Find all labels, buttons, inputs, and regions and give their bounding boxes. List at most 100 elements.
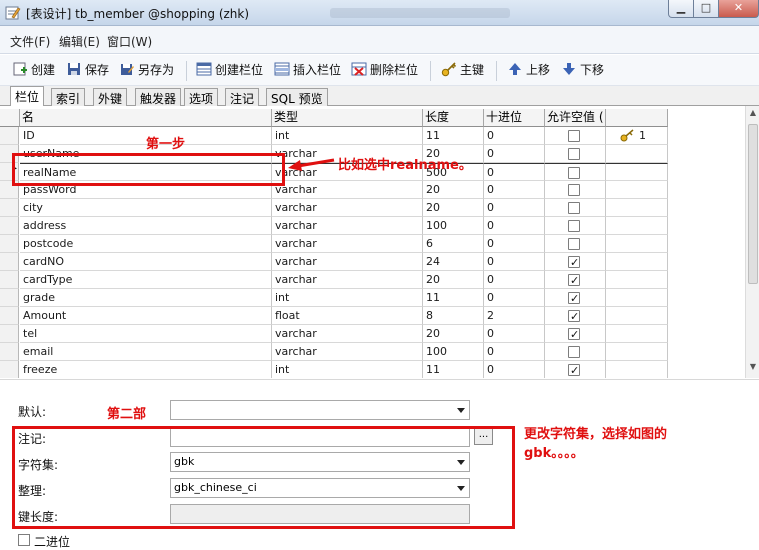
cell-length[interactable]: 11 [423, 127, 484, 145]
row-selector[interactable] [0, 127, 19, 145]
cell-length[interactable]: 24 [423, 253, 484, 271]
cell-decimal[interactable]: 0 [484, 145, 545, 163]
row-selector[interactable] [0, 199, 19, 217]
cell-type[interactable]: varchar [272, 343, 423, 361]
cell-decimal[interactable]: 0 [484, 343, 545, 361]
tab-indexes[interactable]: 索引 [51, 88, 86, 106]
cell-name[interactable]: cardNO [20, 253, 272, 271]
scroll-thumb[interactable] [748, 124, 758, 284]
table-row[interactable]: city varchar 20 0 [0, 199, 668, 217]
cell-decimal[interactable]: 0 [484, 181, 545, 199]
menu-file[interactable]: 文件(F) [10, 33, 50, 50]
cell-type[interactable]: varchar [272, 325, 423, 343]
cell-key[interactable] [606, 361, 668, 378]
cell-key[interactable] [606, 307, 668, 325]
table-row[interactable]: Amount float 8 2 [0, 307, 668, 325]
cell-length[interactable]: 11 [423, 289, 484, 307]
cell-key[interactable] [606, 289, 668, 307]
table-row[interactable]: freeze int 11 0 [0, 361, 668, 378]
cell-length[interactable]: 20 [423, 325, 484, 343]
cell-key[interactable] [606, 343, 668, 361]
tab-fields[interactable]: 栏位 [10, 86, 45, 107]
save-as-button[interactable]: 另存为 [119, 61, 174, 81]
move-up-button[interactable]: 上移 [507, 61, 550, 81]
menu-edit[interactable]: 编辑(E) [59, 33, 100, 50]
cell-length[interactable]: 100 [423, 217, 484, 235]
row-selector[interactable] [0, 307, 19, 325]
nullable-checkbox[interactable] [568, 130, 580, 142]
cell-decimal[interactable]: 0 [484, 289, 545, 307]
header-key[interactable] [606, 109, 668, 127]
table-row[interactable]: ID int 11 0 1 [0, 127, 668, 145]
row-selector[interactable] [0, 271, 19, 289]
header-length[interactable]: 长度 [423, 109, 484, 127]
cell-decimal[interactable]: 2 [484, 307, 545, 325]
primary-key-button[interactable]: 主键 [441, 61, 484, 81]
table-row[interactable]: grade int 11 0 [0, 289, 668, 307]
row-selector[interactable] [0, 235, 19, 253]
move-down-button[interactable]: 下移 [561, 61, 604, 81]
header-name[interactable]: 名 [20, 109, 272, 127]
cell-name[interactable]: address [20, 217, 272, 235]
header-type[interactable]: 类型 [272, 109, 423, 127]
scroll-up-arrow-icon[interactable]: ▲ [747, 108, 759, 122]
cell-decimal[interactable]: 0 [484, 271, 545, 289]
cell-key[interactable]: 1 [606, 127, 668, 145]
tab-foreign-keys[interactable]: 外键 [93, 88, 128, 106]
cell-name[interactable]: postcode [20, 235, 272, 253]
cell-decimal[interactable]: 0 [484, 325, 545, 343]
menu-window[interactable]: 窗口(W) [107, 33, 152, 50]
cell-key[interactable] [606, 325, 668, 343]
cell-type[interactable]: varchar [272, 199, 423, 217]
maximize-button[interactable]: □ [693, 0, 719, 18]
table-row[interactable]: tel varchar 20 0 [0, 325, 668, 343]
minimize-button[interactable]: ▁ [668, 0, 694, 18]
binary-checkbox[interactable] [18, 534, 30, 546]
delete-field-button[interactable]: 删除栏位 [351, 61, 418, 81]
cell-decimal[interactable]: 0 [484, 253, 545, 271]
insert-field-button[interactable]: 插入栏位 [274, 61, 341, 81]
create-button[interactable]: 创建 [12, 61, 55, 81]
nullable-checkbox[interactable] [568, 202, 580, 214]
cell-length[interactable]: 20 [423, 181, 484, 199]
cell-name[interactable]: Amount [20, 307, 272, 325]
cell-key[interactable] [606, 145, 668, 163]
cell-length[interactable]: 6 [423, 235, 484, 253]
table-row[interactable]: address varchar 100 0 [0, 217, 668, 235]
cell-type[interactable]: varchar [272, 271, 423, 289]
cell-type[interactable]: varchar [272, 217, 423, 235]
cell-name[interactable]: grade [20, 289, 272, 307]
cell-name[interactable]: email [20, 343, 272, 361]
tab-triggers[interactable]: 触发器 [135, 88, 182, 106]
cell-type[interactable]: float [272, 307, 423, 325]
row-selector[interactable] [0, 343, 19, 361]
cell-decimal[interactable]: 0 [484, 127, 545, 145]
nullable-checkbox[interactable] [568, 346, 580, 358]
nullable-checkbox[interactable] [568, 220, 580, 232]
tab-comment[interactable]: 注记 [225, 88, 260, 106]
cell-key[interactable] [606, 271, 668, 289]
cell-decimal[interactable]: 0 [484, 199, 545, 217]
row-selector[interactable] [0, 253, 19, 271]
cell-key[interactable] [606, 235, 668, 253]
table-row[interactable]: postcode varchar 6 0 [0, 235, 668, 253]
cell-length[interactable]: 11 [423, 361, 484, 378]
nullable-checkbox[interactable] [568, 290, 580, 306]
table-row[interactable]: cardNO varchar 24 0 [0, 253, 668, 271]
cell-length[interactable]: 20 [423, 271, 484, 289]
row-selector[interactable] [0, 289, 19, 307]
cell-key[interactable] [606, 181, 668, 199]
tab-options[interactable]: 选项 [184, 88, 219, 106]
nullable-checkbox[interactable] [568, 326, 580, 342]
scroll-down-arrow-icon[interactable]: ▼ [747, 362, 759, 376]
nullable-checkbox[interactable] [568, 148, 580, 160]
cell-key[interactable] [606, 217, 668, 235]
grid-vertical-scrollbar[interactable]: ▲ ▼ [745, 106, 759, 378]
nullable-checkbox[interactable] [568, 362, 580, 378]
cell-type[interactable]: varchar [272, 181, 423, 199]
cell-type[interactable]: int [272, 361, 423, 378]
cell-name[interactable]: cardType [20, 271, 272, 289]
cell-key[interactable] [606, 199, 668, 217]
cell-length[interactable]: 8 [423, 307, 484, 325]
cell-decimal[interactable]: 0 [484, 217, 545, 235]
